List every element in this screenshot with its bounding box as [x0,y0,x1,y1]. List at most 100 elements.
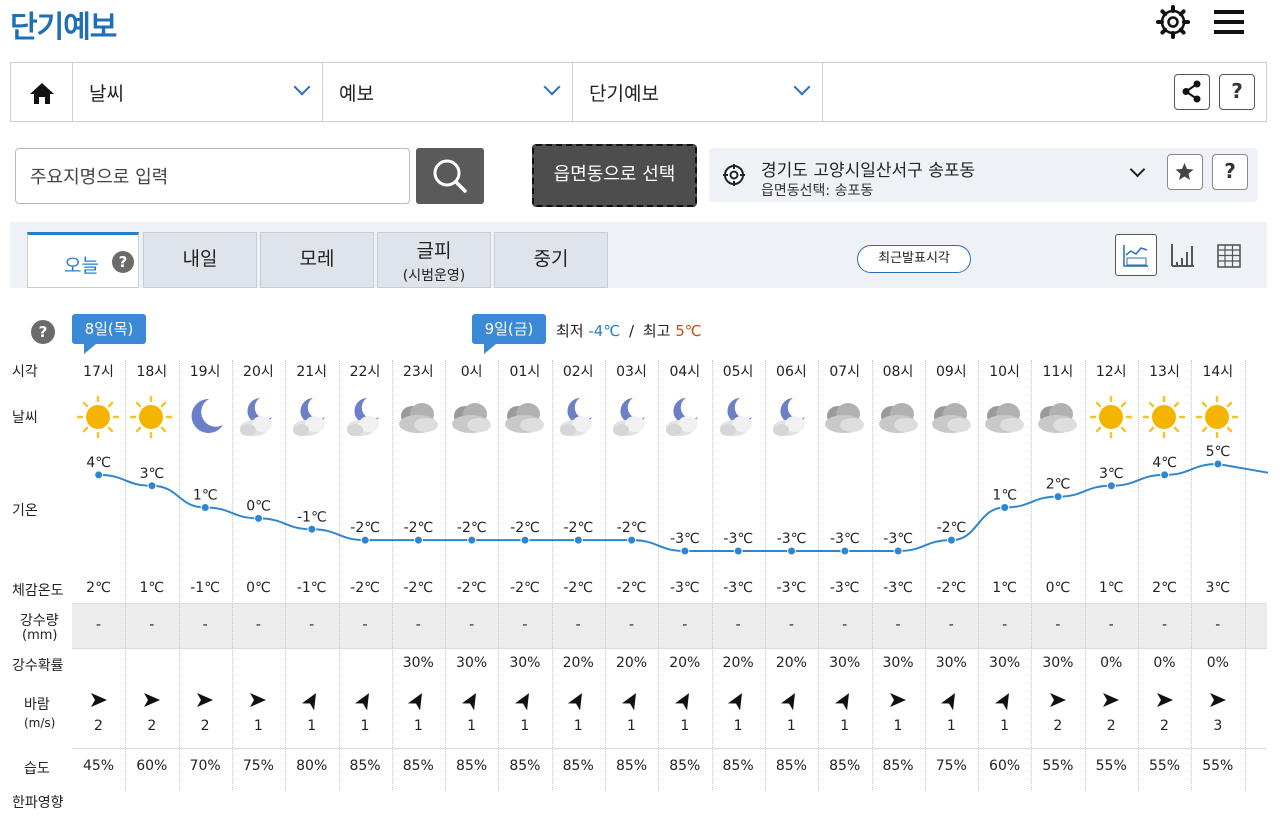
location-selector[interactable]: 경기도 고양시일산서구 송포동 읍면동선택: 송포동 ? [709,148,1258,202]
tab-day-after[interactable]: 모레 [260,232,374,288]
hour-cell: 11시 [1031,361,1084,381]
temperature-point [308,525,316,533]
precip-cell: - [818,617,871,633]
temperature-label: 1℃ [992,488,1017,504]
temperature-point [894,547,902,555]
chevron-down-icon[interactable] [1130,162,1146,178]
table-view-button[interactable] [1208,234,1250,276]
wind-speed-cell: 1 [392,718,445,734]
sun-icon [1085,392,1138,442]
wind-arrow-icon [392,690,445,715]
bar-view-button[interactable] [1162,234,1204,276]
hour-cell: 22시 [339,361,392,381]
sun-icon [1191,392,1244,442]
help-icon[interactable]: ? [31,320,55,344]
wind-speed-cell: 1 [818,718,871,734]
search-button[interactable] [416,148,484,204]
gear-icon[interactable] [1155,4,1191,40]
temperature-label: 4℃ [1152,455,1177,471]
row-label-weather: 날씨 [12,407,38,427]
tab-mid-term[interactable]: 중기 [494,232,608,288]
cloud-icon [872,392,925,442]
humidity-cell: 60% [125,758,178,774]
hour-cell: 06시 [765,361,818,381]
humidity-cell: 55% [1191,758,1244,774]
table-icon [1208,234,1250,276]
menu-icon[interactable] [1212,6,1246,38]
tab-today[interactable]: 오늘 ? [27,232,139,288]
tab-tomorrow[interactable]: 내일 [143,232,257,288]
feels-like-cell: 2℃ [1138,580,1191,596]
navigation-bar: 날씨 예보 단기예보 ? [10,62,1267,122]
precip-prob-cell: 30% [392,655,445,671]
location-target-icon[interactable] [722,163,746,187]
precip-prob-cell: 20% [712,655,765,671]
wind-speed-cell: 3 [1191,718,1244,734]
wind-arrow-icon [658,690,711,715]
nav-dropdown-weather[interactable]: 날씨 [73,63,323,121]
sun-icon [72,392,125,442]
search-input[interactable]: 주요지명으로 입력 [15,148,410,204]
row-label-feels: 체감온도 [12,580,64,600]
location-help-button[interactable]: ? [1212,154,1248,190]
divider [72,603,1267,604]
feels-like-cell: -3℃ [658,580,711,596]
humidity-cell: 85% [765,758,818,774]
temperature-point [734,547,742,555]
wind-speed-cell: 2 [125,718,178,734]
nav-dropdown-short-term[interactable]: 단기예보 [573,63,823,121]
precip-prob-cell: 20% [552,655,605,671]
feels-like-cell: -3℃ [818,580,871,596]
favorite-button[interactable] [1167,154,1203,190]
wind-speed-cell: 2 [1031,718,1084,734]
wind-arrow-icon [285,690,338,715]
tab-label: 글피 [378,236,490,263]
precip-cell: - [1191,617,1244,633]
wind-arrow-icon [339,690,392,715]
moon-cloud-icon [765,392,818,442]
wind-arrow-icon [818,690,871,715]
humidity-cell: 85% [552,758,605,774]
help-button[interactable]: ? [1219,74,1255,110]
temperature-label: 1℃ [193,488,218,504]
precip-cell: - [1031,617,1084,633]
feels-like-cell: -1℃ [179,580,232,596]
feels-like-cell: -2℃ [339,580,392,596]
precip-cell: - [232,617,285,633]
moon-cloud-icon [605,392,658,442]
precip-cell: - [498,617,551,633]
nav-dropdown-forecast[interactable]: 예보 [323,63,573,121]
moon-cloud-icon [712,392,765,442]
star-icon [1168,155,1201,188]
precip-cell: - [552,617,605,633]
wind-speed-cell: 1 [712,718,765,734]
wind-speed-cell: 1 [498,718,551,734]
humidity-cell: 85% [605,758,658,774]
temperature-label: -2℃ [457,520,487,536]
select-region-button[interactable]: 읍면동으로 선택 [532,144,697,207]
feels-like-cell: 1℃ [125,580,178,596]
home-icon [11,63,73,121]
wind-arrow-icon [552,690,605,715]
temperature-label: 3℃ [140,466,165,482]
temperature-point [947,536,955,544]
graph-view-button[interactable] [1115,234,1157,276]
feels-like-cell: -3℃ [712,580,765,596]
min-value: -4℃ [588,322,620,340]
share-button[interactable] [1174,74,1210,110]
min-label: 최저 [556,322,584,340]
moon-cloud-icon [658,392,711,442]
cloud-icon [1031,392,1084,442]
wind-speed-cell: 1 [925,718,978,734]
home-button[interactable] [11,63,73,121]
bar-chart-icon [1162,234,1204,276]
hour-cell: 13시 [1138,361,1191,381]
hour-cell: 03시 [605,361,658,381]
recent-release-button[interactable]: 최근발표시각 [857,245,971,273]
precip-prob-cell: 30% [498,655,551,671]
tab-third-day[interactable]: 글피 (시범운영) [377,232,491,288]
temperature-chart: 4℃3℃1℃0℃-1℃-2℃-2℃-2℃-2℃-2℃-2℃-3℃-3℃-3℃-3… [0,440,1280,580]
help-icon[interactable]: ? [112,251,134,273]
temperature-label: 4℃ [86,455,111,471]
hour-cell: 20시 [232,361,285,381]
